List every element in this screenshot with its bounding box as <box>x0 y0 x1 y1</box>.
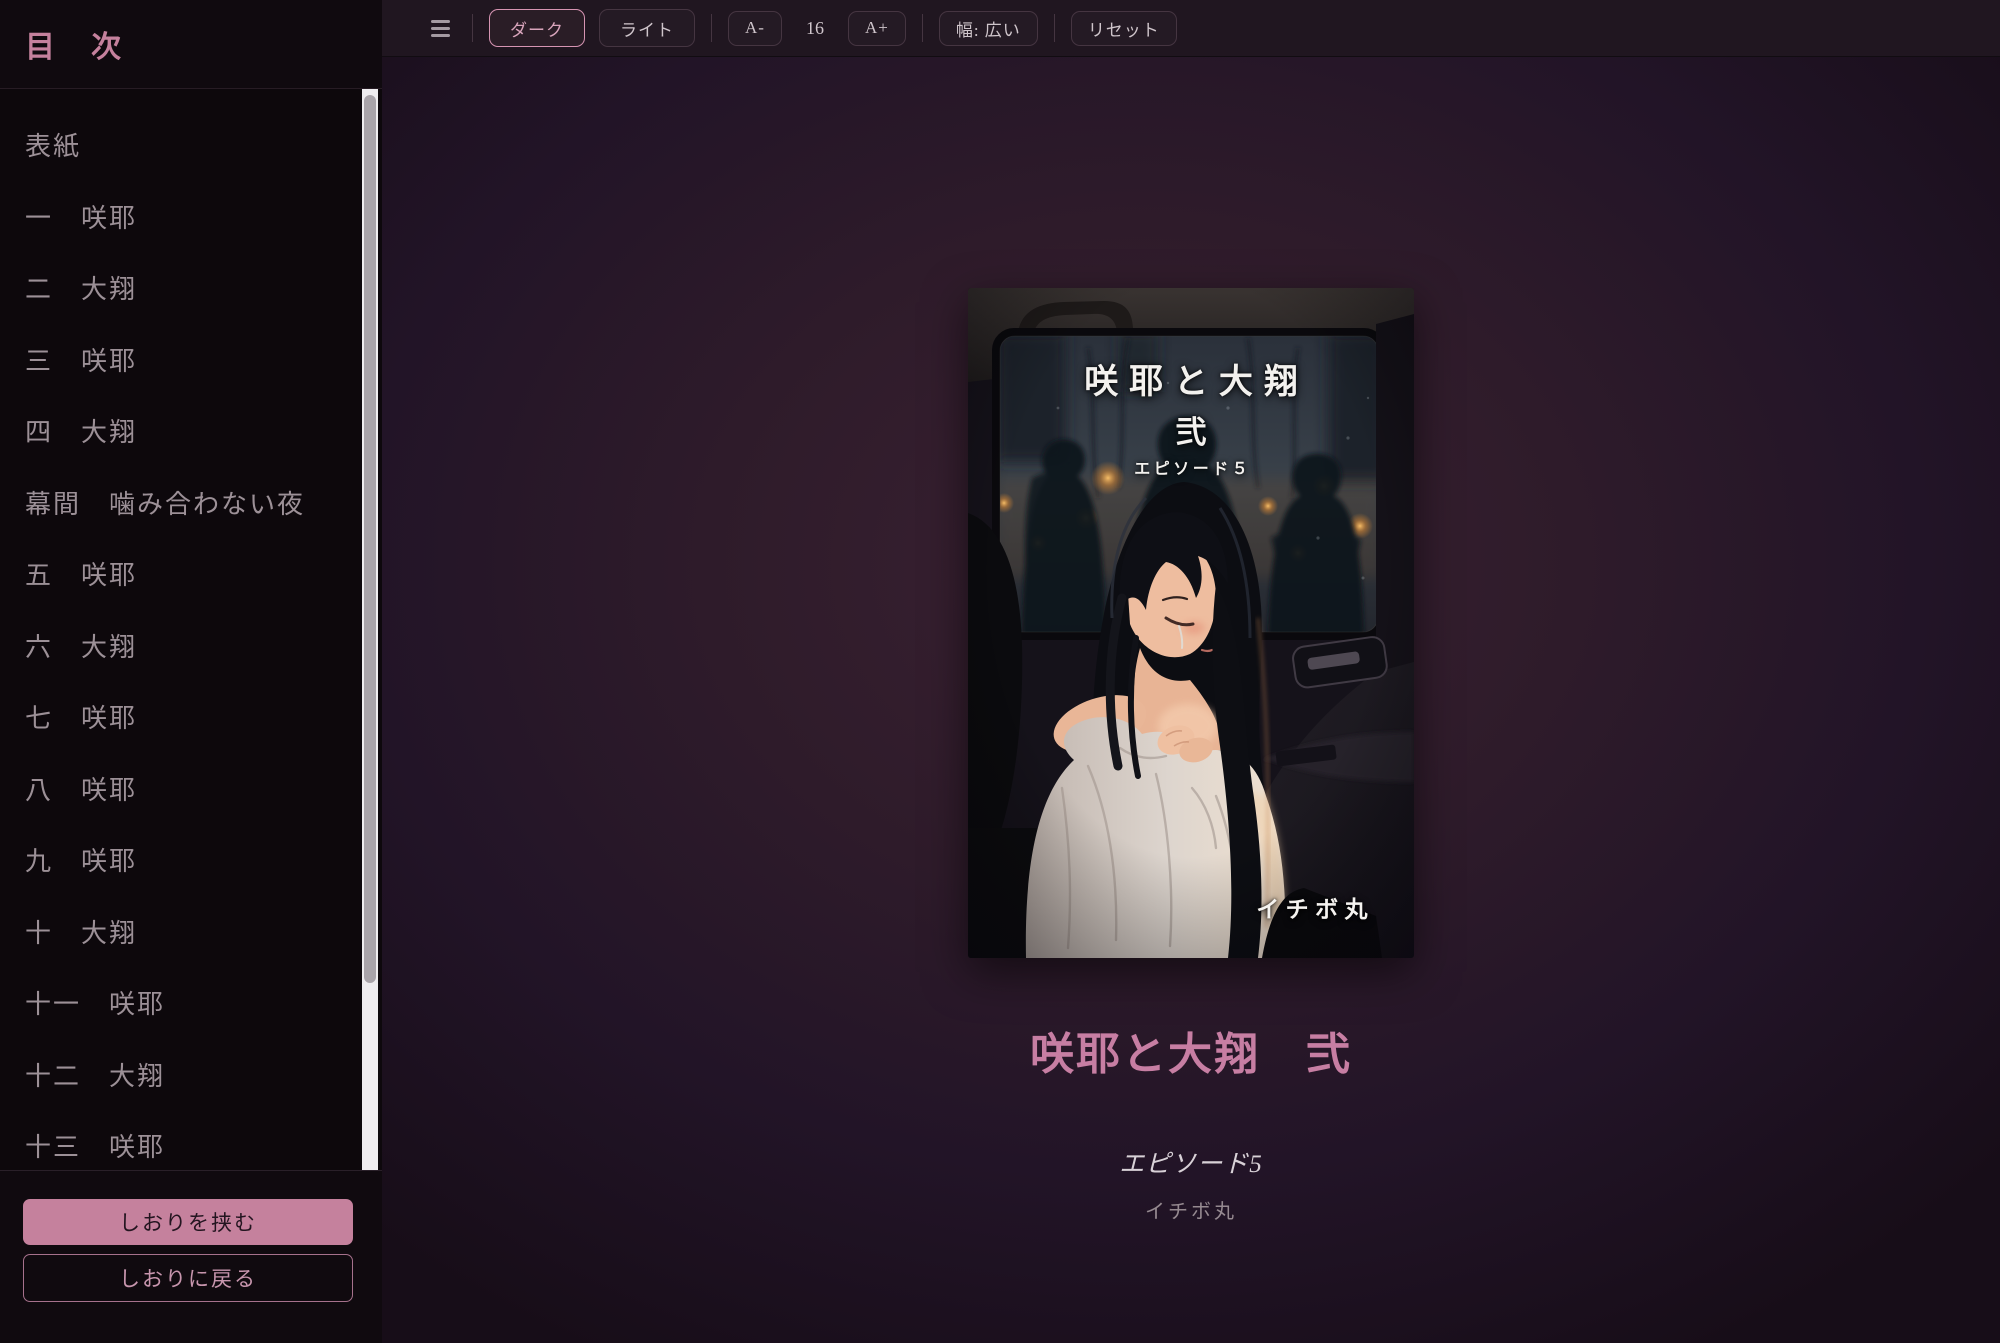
bookmark-panel: しおりを挟む しおりに戻る <box>0 1170 382 1343</box>
toc-item[interactable]: 八 咲耶 <box>25 753 337 825</box>
toc-list: 表紙一 咲耶二 大翔三 咲耶四 大翔幕間 噛み合わない夜五 咲耶六 大翔七 咲耶… <box>0 89 382 1170</box>
cover-volume: 弐 <box>968 407 1414 452</box>
book-episode: エピソード5 <box>1119 1144 1263 1180</box>
hamburger-icon <box>431 20 450 37</box>
toc-item[interactable]: 十二 大翔 <box>25 1039 337 1111</box>
book-cover: 咲耶と大翔 弐 エピソード５ イチボ丸 <box>968 288 1414 958</box>
book-title: 咲耶と大翔 弐 <box>1030 1018 1352 1082</box>
theme-dark-button[interactable]: ダーク <box>489 9 585 47</box>
toc-item[interactable]: 五 咲耶 <box>25 538 337 610</box>
toc-item[interactable]: 表紙 <box>25 109 337 181</box>
toc-item[interactable]: 六 大翔 <box>25 610 337 682</box>
ebook-reader-app: 目 次 表紙一 咲耶二 大翔三 咲耶四 大翔幕間 噛み合わない夜五 咲耶六 大翔… <box>0 0 2000 1343</box>
bookmark-return-button[interactable]: しおりに戻る <box>23 1254 353 1302</box>
toc-header: 目 次 <box>0 0 382 89</box>
cover-episode: エピソード５ <box>968 455 1414 479</box>
reader-content: 咲耶と大翔 弐 エピソード５ イチボ丸 咲耶と大翔 弐 エピソード5 イチボ丸 <box>382 57 2000 1343</box>
bookmark-set-button[interactable]: しおりを挟む <box>23 1199 353 1245</box>
toolbar-divider <box>922 14 923 42</box>
theme-light-button[interactable]: ライト <box>599 9 695 47</box>
toc-scrollbar-thumb[interactable] <box>364 95 376 983</box>
book-author: イチボ丸 <box>1145 1195 1237 1224</box>
toc-item[interactable]: 九 咲耶 <box>25 824 337 896</box>
toc-item[interactable]: 幕間 噛み合わない夜 <box>25 467 337 539</box>
cover-author: イチボ丸 <box>1256 890 1374 924</box>
toc-item[interactable]: 十三 咲耶 <box>25 1110 337 1170</box>
toc-sidebar: 目 次 表紙一 咲耶二 大翔三 咲耶四 大翔幕間 噛み合わない夜五 咲耶六 大翔… <box>0 0 382 1343</box>
toc-item[interactable]: 十一 咲耶 <box>25 967 337 1039</box>
reset-button[interactable]: リセット <box>1071 11 1177 46</box>
toc-item[interactable]: 二 大翔 <box>25 252 337 324</box>
font-increase-button[interactable]: A+ <box>848 11 906 46</box>
toc-title: 目 次 <box>25 22 124 66</box>
cover-title: 咲耶と大翔 <box>968 354 1414 403</box>
toc-item[interactable]: 一 咲耶 <box>25 181 337 253</box>
toolbar-divider <box>711 14 712 42</box>
toc-item[interactable]: 三 咲耶 <box>25 324 337 396</box>
toc-item[interactable]: 七 咲耶 <box>25 681 337 753</box>
toolbar-divider <box>472 14 473 42</box>
toc-item[interactable]: 四 大翔 <box>25 395 337 467</box>
toc-item[interactable]: 十 大翔 <box>25 896 337 968</box>
reader-toolbar: ダーク ライト A- 16 A+ 幅: 広い リセット <box>382 0 2000 57</box>
font-decrease-button[interactable]: A- <box>728 11 782 46</box>
font-size-value: 16 <box>806 18 824 39</box>
toc-list-container: 表紙一 咲耶二 大翔三 咲耶四 大翔幕間 噛み合わない夜五 咲耶六 大翔七 咲耶… <box>0 89 382 1170</box>
width-toggle-button[interactable]: 幅: 広い <box>939 11 1038 46</box>
toc-scrollbar[interactable] <box>362 89 378 1170</box>
toolbar-divider <box>1054 14 1055 42</box>
menu-toggle-button[interactable] <box>425 10 456 47</box>
reader-main: ダーク ライト A- 16 A+ 幅: 広い リセット <box>382 0 2000 1343</box>
